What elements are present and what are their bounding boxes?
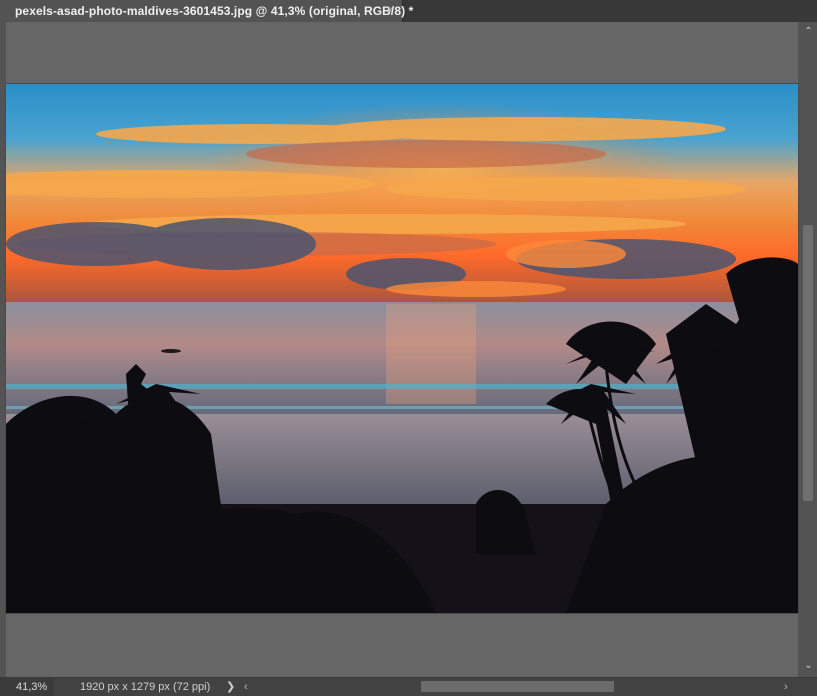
vertical-scroll-thumb[interactable] bbox=[803, 225, 813, 501]
zoom-level-field[interactable]: 41,3% bbox=[0, 678, 54, 696]
scroll-left-icon[interactable]: ‹ bbox=[244, 678, 248, 696]
document-tab-title[interactable]: pexels-asad-photo-maldives-3601453.jpg @… bbox=[15, 4, 413, 18]
sunset-beach-photo bbox=[6, 84, 798, 613]
close-icon[interactable]: × bbox=[383, 2, 397, 18]
scroll-right-icon[interactable]: › bbox=[784, 678, 788, 696]
scroll-down-icon[interactable]: ⌄ bbox=[800, 658, 817, 674]
vertical-scrollbar[interactable]: ⌃ ⌄ bbox=[800, 22, 817, 677]
document-info: 1920 px x 1279 px (72 ppi) bbox=[80, 681, 211, 693]
horizontal-scroll-thumb[interactable] bbox=[421, 681, 614, 692]
document-tab-bar: pexels-asad-photo-maldives-3601453.jpg @… bbox=[0, 0, 817, 22]
status-menu-arrow-icon[interactable]: ❯ bbox=[226, 678, 235, 696]
scroll-up-icon[interactable]: ⌃ bbox=[800, 24, 817, 40]
document-tab[interactable]: pexels-asad-photo-maldives-3601453.jpg @… bbox=[0, 0, 413, 22]
status-bar: 41,3% 1920 px x 1279 px (72 ppi) ❯ ‹ › bbox=[0, 677, 817, 696]
document-image[interactable] bbox=[6, 84, 798, 613]
